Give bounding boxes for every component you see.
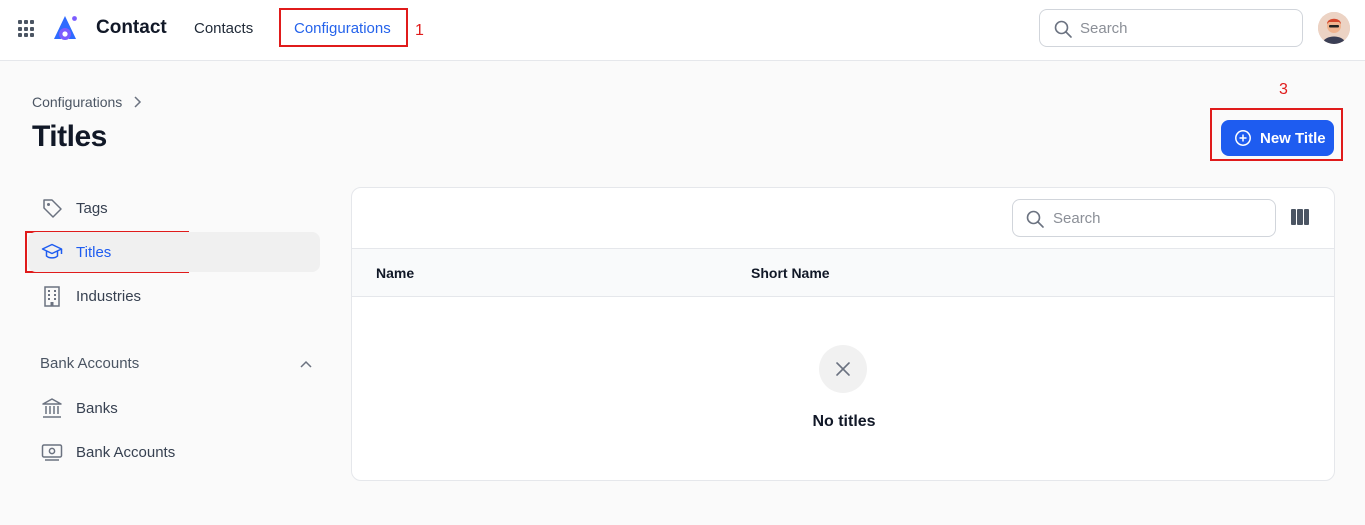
sidebar-item-label: Titles xyxy=(76,243,112,261)
sidebar-item-label: Banks xyxy=(76,399,118,417)
table-header: Name Short Name xyxy=(352,248,1334,297)
sidebar-item-label: Industries xyxy=(76,287,142,305)
building-icon xyxy=(40,284,64,308)
titles-table-card: Name Short Name No titles xyxy=(351,187,1335,481)
empty-state-text: No titles xyxy=(812,413,876,430)
sidebar-item-bank-accounts[interactable]: Bank Accounts xyxy=(28,432,320,472)
sidebar-item-tags[interactable]: Tags xyxy=(28,188,320,228)
bank-icon xyxy=(40,396,64,420)
new-title-button[interactable]: New Title xyxy=(1221,120,1334,156)
global-search[interactable] xyxy=(1039,9,1303,47)
search-icon xyxy=(1054,20,1072,38)
breadcrumb: Configurations xyxy=(32,94,142,110)
sidebar-group-label: Bank Accounts xyxy=(40,355,140,372)
app-grid-icon[interactable] xyxy=(18,20,36,38)
column-header-short-name[interactable]: Short Name xyxy=(751,265,830,281)
tag-icon xyxy=(40,196,64,220)
sidebar-item-titles[interactable]: Titles xyxy=(28,232,320,272)
sidebar-item-label: Bank Accounts xyxy=(76,443,176,461)
money-icon xyxy=(40,440,64,464)
sidebar-item-industries[interactable]: Industries xyxy=(28,276,320,316)
user-avatar[interactable] xyxy=(1318,12,1350,44)
logo-icon xyxy=(54,16,77,40)
nav-contacts[interactable]: Contacts xyxy=(194,20,253,37)
graduation-cap-icon xyxy=(40,240,64,264)
plus-circle-icon xyxy=(1235,130,1251,146)
chevron-right-icon xyxy=(134,96,142,108)
annotation-box-1 xyxy=(279,8,408,47)
close-icon xyxy=(819,345,867,393)
column-header-name[interactable]: Name xyxy=(376,265,414,281)
chevron-up-icon[interactable] xyxy=(300,360,312,368)
sidebar-item-banks[interactable]: Banks xyxy=(28,388,320,428)
breadcrumb-configurations[interactable]: Configurations xyxy=(32,94,122,110)
new-title-label: New Title xyxy=(1260,129,1326,147)
sidebar-item-label: Tags xyxy=(76,199,108,217)
columns-icon[interactable] xyxy=(1291,209,1309,225)
annotation-label-3: 3 xyxy=(1279,81,1288,98)
app-title: Contact xyxy=(96,17,167,38)
table-search[interactable] xyxy=(1012,199,1276,237)
annotation-label-1: 1 xyxy=(415,22,424,39)
search-icon xyxy=(1026,210,1044,228)
table-search-input[interactable] xyxy=(1053,208,1263,228)
global-search-input[interactable] xyxy=(1080,18,1290,38)
sidebar-group-bank-accounts[interactable]: Bank Accounts xyxy=(40,355,312,372)
page-title: Titles xyxy=(32,120,107,153)
top-bar: Contact Contacts Configurations xyxy=(0,0,1365,61)
